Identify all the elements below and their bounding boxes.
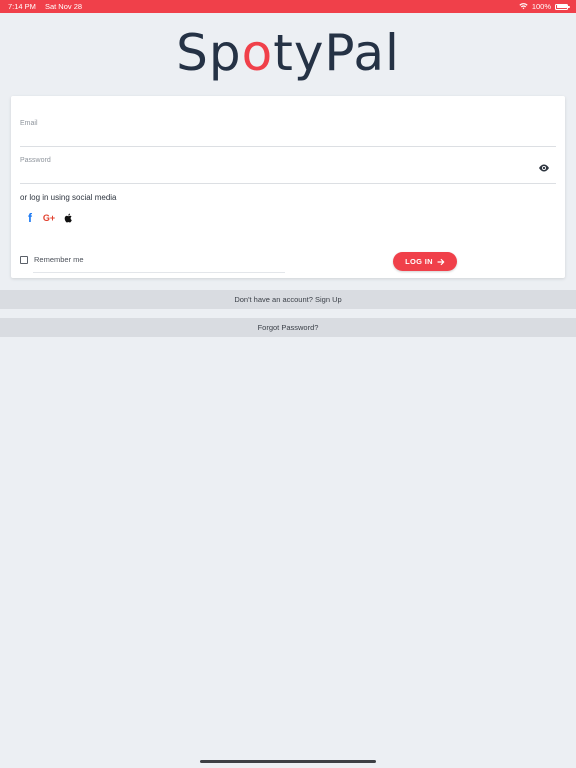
social-login-prompt: or log in using social media — [20, 193, 117, 202]
logo-part-1: Sp — [176, 24, 242, 82]
app-logo: SpotyPal — [0, 24, 576, 82]
home-indicator — [200, 760, 376, 763]
remember-divider — [33, 272, 285, 273]
signup-link[interactable]: Don't have an account? Sign Up — [0, 290, 576, 309]
apple-icon[interactable] — [63, 211, 73, 225]
social-login-buttons: f G+ — [25, 211, 73, 225]
password-field: Password — [20, 147, 556, 184]
status-left: 7:14 PM Sat Nov 28 — [8, 2, 82, 11]
facebook-icon[interactable]: f — [25, 211, 35, 225]
email-input[interactable] — [20, 130, 520, 144]
status-time: 7:14 PM — [8, 2, 36, 11]
status-date: Sat Nov 28 — [44, 2, 83, 11]
wifi-icon — [519, 3, 528, 10]
remember-me-checkbox[interactable] — [20, 255, 28, 264]
google-plus-icon[interactable]: G+ — [42, 211, 56, 225]
status-right: 100% — [519, 2, 570, 11]
password-input[interactable] — [20, 167, 520, 181]
login-button-label: LOG IN — [405, 257, 433, 266]
battery-percent: 100% — [531, 2, 551, 11]
remember-me-option[interactable]: Remember me — [20, 255, 84, 264]
login-button[interactable]: LOG IN — [393, 252, 457, 271]
logo-part-2: tyPal — [273, 24, 400, 82]
arrow-right-icon — [437, 258, 445, 265]
status-bar: 7:14 PM Sat Nov 28 100% — [0, 0, 576, 13]
battery-icon — [555, 3, 570, 10]
email-label: Email — [20, 120, 38, 127]
logo-accent-letter: o — [241, 24, 274, 82]
forgot-password-link[interactable]: Forgot Password? — [0, 318, 576, 337]
battery-fill — [556, 5, 567, 8]
eye-icon[interactable] — [538, 163, 550, 173]
login-screen: 7:14 PM Sat Nov 28 100% SpotyPal Email P… — [0, 0, 576, 768]
remember-me-label: Remember me — [34, 255, 84, 264]
login-card: Email Password or log in using social me… — [11, 96, 565, 278]
email-field: Email — [20, 110, 556, 147]
password-label: Password — [20, 157, 51, 164]
